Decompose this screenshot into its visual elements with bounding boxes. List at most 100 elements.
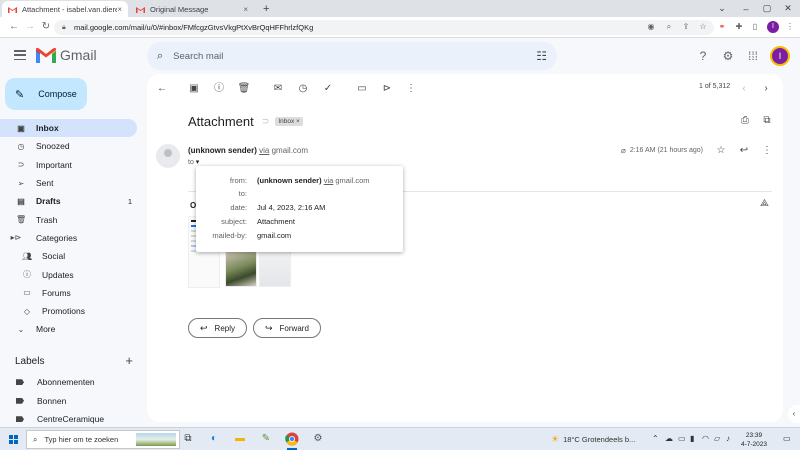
taskbar-clock[interactable]: 23:39 4-7-2023 [741,431,767,449]
sidebar-item-trash[interactable]: 🗑︎ Trash [0,210,140,228]
windows-start-icon[interactable] [9,435,18,444]
add-label-icon[interactable]: + [125,354,133,367]
reply-icon[interactable]: ↩ [737,144,751,158]
new-tab-button[interactable]: + [257,1,273,17]
label-item[interactable]: Bonnen [0,392,140,411]
eye-icon[interactable]: ◉ [646,22,656,32]
recipient-toggle[interactable]: to ▾ [188,158,199,166]
attachment-clip-icon: ⌀ [621,146,626,155]
chip-close-icon[interactable]: × [296,118,300,125]
back-to-inbox-icon[interactable]: ← [155,82,169,96]
sidebar-item-updates[interactable]: ⓘ Updates [0,265,140,283]
sidebar-item-important[interactable]: ⊃ Important [0,156,140,174]
sidepanel-icon[interactable]: ▯ [750,22,760,32]
tab-close-icon[interactable]: × [117,5,122,14]
open-new-window-icon[interactable]: ⧉ [760,114,774,128]
label-as-icon[interactable]: ⊳ [380,82,394,96]
puzzle-icon[interactable]: ✚ [734,22,744,32]
more-icon[interactable]: ⋮ [760,144,774,158]
forward-icon[interactable]: → [24,21,36,33]
print-icon[interactable]: ⎙ [738,114,752,128]
chrome-icon[interactable] [285,432,299,450]
star-icon[interactable]: ☆ [714,144,728,158]
battery-icon[interactable]: ▮ [690,434,694,443]
extension-icon[interactable]: ⚭ [717,22,727,32]
bookmark-star-icon[interactable]: ☆ [698,22,708,32]
search-options-icon[interactable]: ☷ [536,49,547,63]
side-panel-toggle-icon[interactable]: ‹ [788,405,800,423]
network-icon[interactable]: ▭ [678,434,686,443]
gmail-logo[interactable]: Gmail [36,47,97,63]
tray-chevron-icon[interactable]: ⌃ [652,434,659,443]
sidebar-item-forums[interactable]: ▭ Forums [0,284,140,302]
apps-grid-icon[interactable]: ⁞⁞⁞ [745,48,761,64]
label-item[interactable]: CentreCeramique [0,410,140,429]
move-to-icon[interactable]: ▭ [355,82,369,96]
sidebar-item-drafts[interactable]: ▤ Drafts 1 [0,192,140,210]
important-marker-icon[interactable]: ⊃ [262,116,270,127]
attachment-thumbnail[interactable] [259,251,291,287]
search-input[interactable]: ⌕ Search mail ☷ [147,42,557,70]
reload-icon[interactable]: ↻ [40,21,52,33]
more-options-icon[interactable]: ⋮ [404,82,418,96]
newer-chevron-icon[interactable]: ‹ [737,82,751,96]
settings-gear-icon[interactable]: ⚙ [311,432,325,446]
dropdown-arrow-icon[interactable]: ▾ [196,159,200,166]
add-to-drive-icon[interactable]: ⟁ [760,198,769,209]
attachment-thumbnail[interactable] [225,251,257,287]
browser-profile-avatar[interactable]: I [767,21,779,33]
share-icon[interactable]: ⇪ [681,22,691,32]
account-avatar[interactable]: I [770,46,790,66]
weather-widget[interactable]: ☀ 18°C Grotendeels b... [551,434,635,445]
message-time: ⌀ 2:16 AM (21 hours ago) [621,146,703,155]
volume-icon[interactable]: ♪ [726,434,730,443]
sidebar-item-sent[interactable]: ➢ Sent [0,174,140,192]
sidebar-item-inbox[interactable]: ▣ Inbox [0,119,137,138]
window-close-icon[interactable]: ✕ [776,0,800,17]
wifi-icon[interactable]: ◠ [702,434,709,443]
sidebar-item-label: Social [42,251,66,262]
via-link[interactable]: via [324,176,334,185]
sidebar-item-categories[interactable]: ▸⊳ Categories [0,229,140,247]
sidebar-item-snoozed[interactable]: ◷ Snoozed [0,137,140,155]
task-view-icon[interactable]: ⧉ [181,432,195,446]
forward-button[interactable]: ↪ Forward [253,318,321,338]
snooze-icon[interactable]: ◷ [296,82,310,96]
search-icon[interactable]: ⌕ [157,50,163,63]
tab-original-message[interactable]: Original Message × [130,1,254,17]
chevron-down-icon[interactable]: ⌄ [710,0,734,17]
url-field[interactable]: 🔒︎ mail.google.com/mail/u/0/#inbox/FMfcg… [54,20,714,35]
zoom-icon[interactable]: ⌕ [664,22,674,32]
back-icon[interactable]: ← [8,21,20,33]
main-menu-icon[interactable] [14,50,26,60]
compose-button[interactable]: ✎ Compose [5,78,87,110]
sidebar-item-more[interactable]: ⌄ More [0,320,140,338]
onedrive-icon[interactable]: ☁ [665,434,673,443]
app-icon[interactable]: ✎ [259,432,273,446]
older-chevron-icon[interactable]: › [759,82,773,96]
mark-unread-icon[interactable]: ✉ [271,82,285,96]
tab-close-icon[interactable]: × [243,5,248,14]
file-explorer-icon[interactable]: ▬ [233,432,247,446]
delete-icon[interactable]: 🗑︎ [237,82,251,96]
tab-attachment[interactable]: Attachment - isabel.van.dieren@ × [2,1,128,17]
report-spam-icon[interactable]: ⓘ [212,82,226,96]
time-text: 2:16 AM (21 hours ago) [629,147,703,154]
cast-icon[interactable]: ▱ [714,434,720,443]
settings-gear-icon[interactable]: ⚙ [720,48,736,64]
kebab-menu-icon[interactable]: ⋮ [785,22,795,32]
inbox-label-chip[interactable]: Inbox × [275,117,303,126]
label-item[interactable]: Abonnementen [0,373,140,392]
reply-button[interactable]: ↩ Reply [188,318,247,338]
taskbar-search-input[interactable]: ⌕ Typ hier om te zoeken [26,430,180,449]
help-icon[interactable]: ? [695,48,711,64]
sidebar-item-social[interactable]: 👥︎ Social [0,247,140,265]
sidebar-item-promotions[interactable]: ◇ Promotions [0,302,140,320]
archive-icon[interactable]: ▣ [187,82,201,96]
forward-label: Forward [279,323,309,333]
via-domain: gmail.com [271,146,309,155]
notification-icon[interactable]: ▭ [783,434,791,443]
edge-icon[interactable]: ◐ [207,432,221,446]
add-task-icon[interactable]: ✓ [321,82,335,96]
via-link[interactable]: via [259,146,269,155]
